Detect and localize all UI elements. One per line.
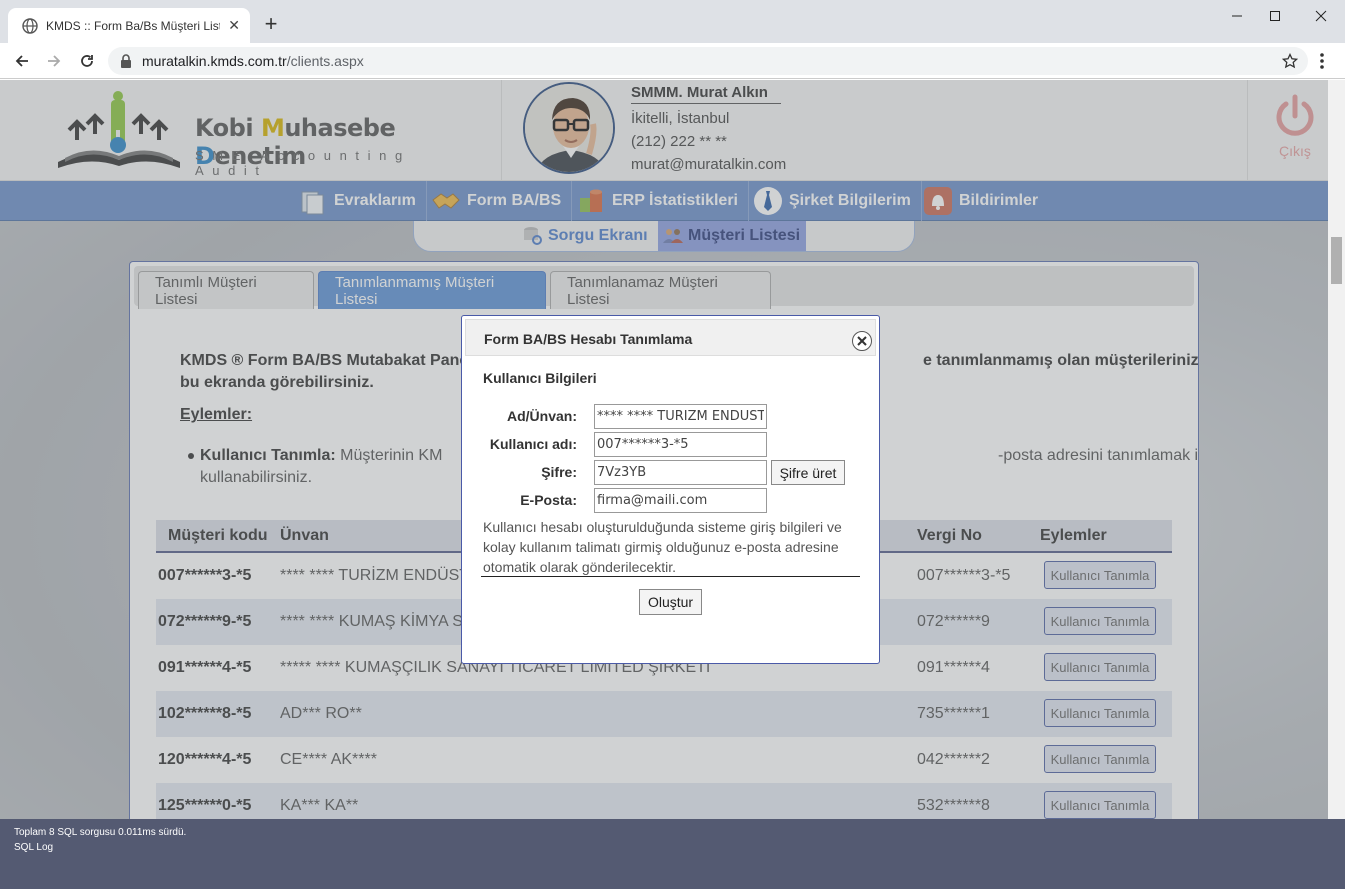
username-label: Kullanıcı adı: bbox=[489, 436, 577, 452]
url-path: /clients.aspx bbox=[286, 53, 364, 69]
section-title: Kullanıcı Bilgileri bbox=[483, 370, 597, 386]
reload-icon[interactable] bbox=[75, 49, 99, 73]
name-field[interactable] bbox=[594, 404, 767, 429]
create-button[interactable]: Oluştur bbox=[639, 589, 702, 615]
page-scrollbar[interactable] bbox=[1328, 80, 1345, 819]
dialog-header: Form BA/BS Hesabı Tanımlama bbox=[465, 319, 876, 356]
forward-icon[interactable] bbox=[42, 49, 66, 73]
lock-icon bbox=[121, 54, 131, 68]
password-label: Şifre: bbox=[541, 464, 577, 480]
generate-password-button[interactable]: Şifre üret bbox=[771, 460, 845, 485]
url-text: muratalkin.kmds.com.tr/clients.aspx bbox=[142, 53, 364, 69]
close-dialog-icon[interactable] bbox=[852, 331, 872, 351]
close-tab-icon[interactable]: ✕ bbox=[228, 17, 240, 34]
email-field[interactable] bbox=[594, 488, 767, 513]
globe-icon bbox=[22, 17, 38, 34]
tab-title: KMDS :: Form Ba/Bs Müşteri Listesi bbox=[46, 18, 221, 33]
dialog-note: Kullanıcı hesabı oluşturulduğunda sistem… bbox=[483, 519, 842, 575]
browser-tab[interactable]: KMDS :: Form Ba/Bs Müşteri Listesi ✕ bbox=[8, 8, 250, 43]
scrollbar-thumb[interactable] bbox=[1331, 237, 1342, 284]
browser-menu-icon[interactable] bbox=[1313, 49, 1331, 73]
address-bar: muratalkin.kmds.com.tr/clients.aspx bbox=[0, 43, 1345, 79]
sql-log-link[interactable]: SQL Log bbox=[14, 840, 1331, 855]
back-icon[interactable] bbox=[10, 49, 34, 73]
url-host: muratalkin.kmds.com.tr bbox=[142, 53, 287, 69]
new-tab-icon[interactable]: + bbox=[260, 13, 282, 35]
debug-footer: Toplam 8 SQL sorgusu 0.011ms sürdü. SQL … bbox=[0, 819, 1345, 889]
account-define-dialog: Form BA/BS Hesabı Tanımlama Kullanıcı Bi… bbox=[461, 315, 880, 664]
maximize-icon[interactable] bbox=[1252, 4, 1298, 28]
browser-tabbar: KMDS :: Form Ba/Bs Müşteri Listesi ✕ + bbox=[0, 0, 1345, 43]
email-label: E-Posta: bbox=[520, 492, 577, 508]
dialog-title: Form BA/BS Hesabı Tanımlama bbox=[484, 331, 693, 347]
star-icon[interactable] bbox=[1282, 53, 1298, 69]
sql-stats: Toplam 8 SQL sorgusu 0.011ms sürdü. bbox=[14, 827, 187, 838]
username-field[interactable] bbox=[594, 432, 767, 457]
name-label: Ad/Ünvan: bbox=[507, 408, 577, 424]
url-field[interactable]: muratalkin.kmds.com.tr/clients.aspx bbox=[108, 47, 1308, 75]
close-window-icon[interactable] bbox=[1298, 4, 1344, 28]
password-field[interactable] bbox=[594, 460, 767, 485]
dialog-divider bbox=[481, 576, 860, 577]
